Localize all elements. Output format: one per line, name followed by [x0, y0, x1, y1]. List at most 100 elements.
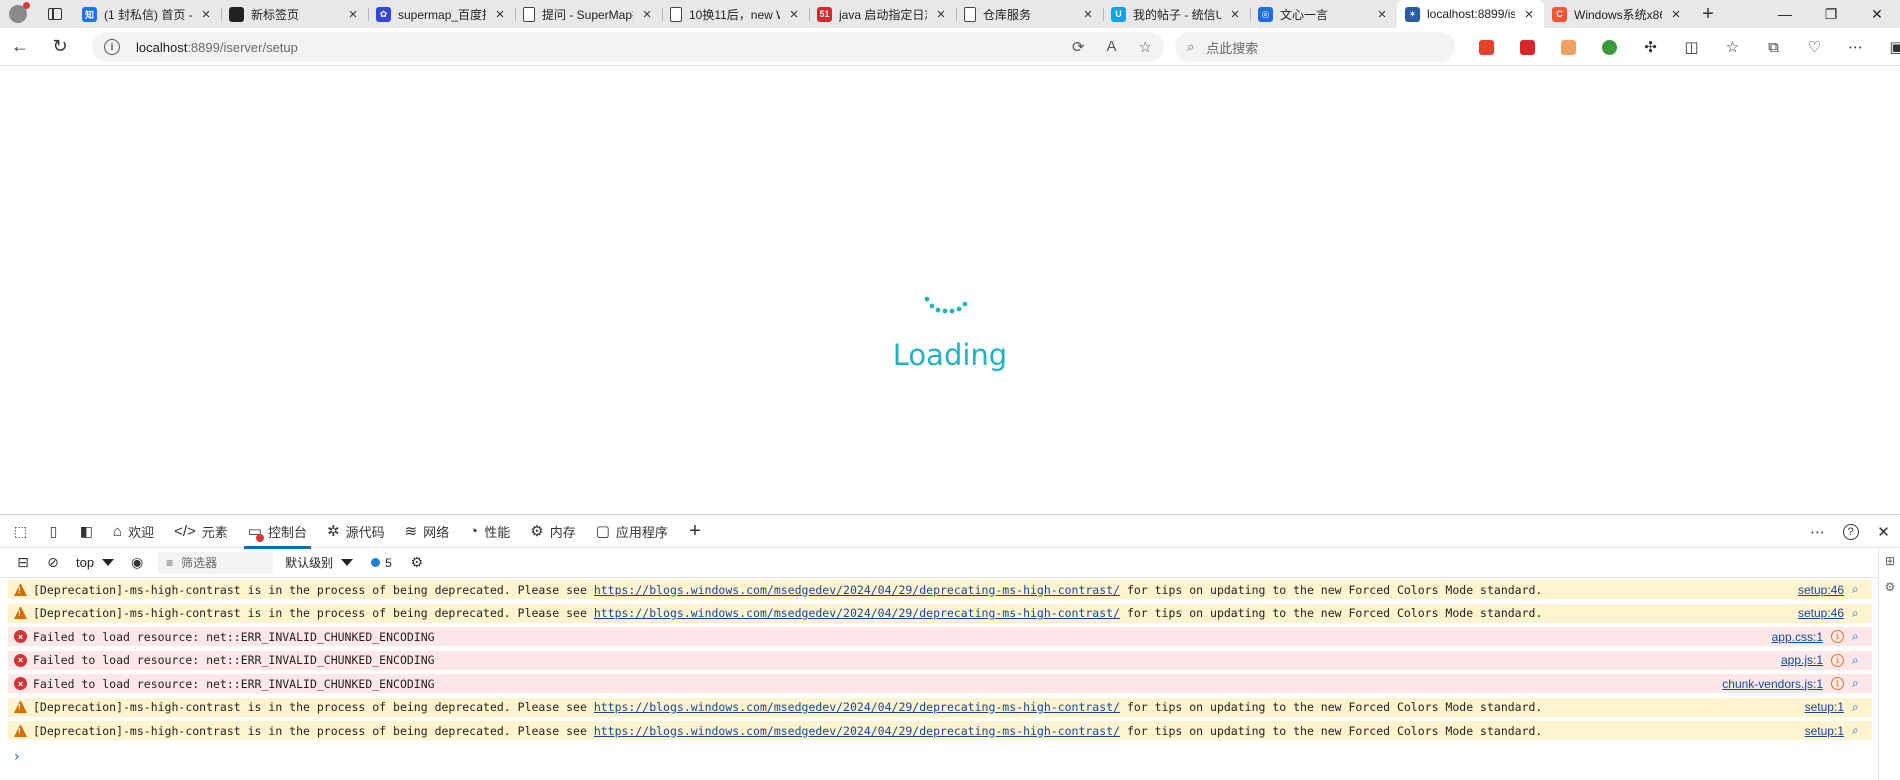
- browser-tab[interactable]: 51 java 启动指定日志 ×: [809, 0, 956, 28]
- close-tab-icon[interactable]: ×: [1375, 6, 1389, 23]
- console-prompt[interactable]: ›: [14, 749, 20, 765]
- help-button[interactable]: ?: [1834, 515, 1867, 548]
- browser-tab[interactable]: 10换11后，new W ×: [662, 0, 809, 28]
- sidebar-toggle-icon[interactable]: ▣: [1876, 28, 1900, 66]
- browser-tab[interactable]: 知 (1 封私信) 首页 - 知 ×: [74, 0, 221, 28]
- close-window-button[interactable]: ✕: [1854, 0, 1900, 28]
- message-source-link[interactable]: app.js:1: [1781, 653, 1823, 667]
- devtools-tab[interactable]: ✲ 源代码: [317, 515, 395, 548]
- message-source-link[interactable]: chunk-vendors.js:1: [1722, 677, 1823, 691]
- collections-icon[interactable]: ⧉: [1753, 28, 1794, 66]
- browser-tab[interactable]: 提问 - SuperMap技术问答 ×: [515, 0, 662, 28]
- message-link[interactable]: https://blogs.windows.com/msedgedev/2024…: [594, 583, 1120, 597]
- console-message[interactable]: [Deprecation]-ms-high-contrast is in the…: [8, 580, 1872, 599]
- devtools-more-icon[interactable]: ⋯: [1801, 515, 1834, 548]
- console-settings-gear-icon[interactable]: ⚙: [404, 550, 430, 576]
- search-input[interactable]: ⌕ 点此搜索: [1175, 32, 1455, 62]
- message-source-link[interactable]: setup:1: [1805, 700, 1844, 714]
- search-message-icon[interactable]: ⌕: [1852, 653, 1866, 668]
- browser-tab[interactable]: ✶ localhost:8899/iserver/setup ×: [1397, 0, 1544, 28]
- browser-tab[interactable]: 新标签页 ×: [221, 0, 368, 28]
- more-menu-icon[interactable]: ⋯: [1835, 28, 1876, 66]
- message-link[interactable]: https://blogs.windows.com/msedgedev/2024…: [594, 700, 1120, 714]
- close-tab-icon[interactable]: ×: [1228, 6, 1242, 23]
- search-message-icon[interactable]: ⌕: [1852, 676, 1866, 691]
- network-request-icon[interactable]: i: [1831, 677, 1844, 690]
- devtools-tab[interactable]: ▭ 控制台: [238, 515, 317, 549]
- close-tab-icon[interactable]: ×: [346, 6, 360, 23]
- side-settings-icon[interactable]: ⚙: [1879, 574, 1900, 600]
- inspect-element-icon[interactable]: ⬚: [4, 515, 37, 548]
- devtools-tab[interactable]: ◔ 性能: [459, 515, 520, 548]
- site-info-icon[interactable]: i: [104, 39, 120, 55]
- console-message[interactable]: [Deprecation]-ms-high-contrast is in the…: [8, 603, 1872, 623]
- message-source-link[interactable]: setup:46: [1798, 606, 1844, 620]
- issues-counter[interactable]: 5: [371, 556, 392, 570]
- network-request-icon[interactable]: i: [1831, 630, 1844, 643]
- side-expand-icon[interactable]: ⊞: [1879, 548, 1900, 574]
- live-expression-eye-icon[interactable]: ◉: [124, 550, 150, 576]
- console-sidebar-toggle-icon[interactable]: ⊟: [10, 550, 36, 576]
- browser-tab[interactable]: ✿ supermap_百度搜索 ×: [368, 0, 515, 28]
- devtools-tab[interactable]: ≋ 网络: [395, 515, 460, 548]
- new-tab-button[interactable]: +: [1691, 3, 1725, 26]
- message-link[interactable]: https://blogs.windows.com/msedgedev/2024…: [594, 724, 1120, 738]
- search-message-icon[interactable]: ⌕: [1852, 700, 1866, 715]
- search-message-icon[interactable]: ⌕: [1852, 606, 1866, 621]
- dock-side-icon[interactable]: ◧: [70, 515, 103, 548]
- console-message[interactable]: [Deprecation]-ms-high-contrast is in the…: [8, 721, 1872, 740]
- browser-tab[interactable]: 仓库服务 ×: [956, 0, 1103, 28]
- network-request-icon[interactable]: i: [1831, 653, 1844, 667]
- extension-2-icon[interactable]: [1507, 28, 1548, 66]
- close-tab-icon[interactable]: ×: [493, 6, 507, 23]
- close-tab-icon[interactable]: ×: [1669, 6, 1683, 23]
- close-tab-icon[interactable]: ×: [1081, 6, 1095, 23]
- split-screen-icon[interactable]: ◫: [1671, 28, 1712, 66]
- minimize-button[interactable]: —: [1762, 0, 1808, 28]
- extensions-puzzle-icon[interactable]: ✣: [1630, 28, 1671, 66]
- refresh-button[interactable]: ↻: [40, 28, 80, 66]
- favorites-icon[interactable]: ☆: [1712, 28, 1753, 66]
- close-tab-icon[interactable]: ×: [1522, 6, 1536, 23]
- extension-4-icon[interactable]: [1589, 28, 1630, 66]
- browser-tab[interactable]: ◎ 文心一言 ×: [1250, 0, 1397, 28]
- devtools-tab[interactable]: ⌂ 欢迎: [103, 515, 164, 548]
- search-message-icon[interactable]: ⌕: [1852, 629, 1866, 644]
- device-emulation-icon[interactable]: ▯: [37, 515, 70, 548]
- profile-button[interactable]: [0, 0, 36, 28]
- close-tab-icon[interactable]: ×: [640, 6, 654, 23]
- read-aloud-icon[interactable]: A: [1107, 38, 1117, 56]
- favorite-star-icon[interactable]: ☆: [1139, 38, 1152, 56]
- devtools-tab[interactable]: ▢ 应用程序: [586, 515, 678, 548]
- close-tab-icon[interactable]: ×: [199, 6, 213, 23]
- console-message[interactable]: × Failed to load resource: net::ERR_INVAL…: [8, 650, 1872, 670]
- url-field[interactable]: i localhost:8899/iserver/setup ⟳ A ☆: [92, 32, 1164, 62]
- message-source-link[interactable]: app.css:1: [1772, 630, 1823, 644]
- close-devtools-button[interactable]: ✕: [1867, 515, 1900, 548]
- browser-tab[interactable]: C Windows系统x86搭建 ×: [1544, 0, 1691, 28]
- context-selector[interactable]: top: [70, 555, 120, 570]
- close-tab-icon[interactable]: ×: [934, 6, 948, 23]
- translate-icon[interactable]: ⟳: [1072, 38, 1085, 56]
- search-message-icon[interactable]: ⌕: [1852, 582, 1866, 597]
- close-tab-icon[interactable]: ×: [787, 6, 801, 23]
- message-link[interactable]: https://blogs.windows.com/msedgedev/2024…: [594, 606, 1120, 620]
- message-source-link[interactable]: setup:1: [1805, 724, 1844, 738]
- devtools-tab[interactable]: </> 元素: [164, 515, 238, 548]
- tab-actions-button[interactable]: [36, 0, 74, 28]
- browser-essentials-icon[interactable]: ♡: [1794, 28, 1835, 66]
- search-message-icon[interactable]: ⌕: [1852, 723, 1866, 738]
- back-button[interactable]: ←: [0, 28, 40, 66]
- clear-console-icon[interactable]: ⊘: [40, 550, 66, 576]
- console-message[interactable]: × Failed to load resource: net::ERR_INVAL…: [8, 674, 1872, 693]
- log-level-dropdown[interactable]: 默认级别: [285, 554, 354, 571]
- maximize-button[interactable]: ❐: [1808, 0, 1854, 28]
- extension-1-icon[interactable]: [1466, 28, 1507, 66]
- console-message[interactable]: [Deprecation]-ms-high-contrast is in the…: [8, 697, 1872, 717]
- devtools-tab[interactable]: ⚙ 内存: [520, 515, 585, 548]
- extension-3-icon[interactable]: [1548, 28, 1589, 66]
- browser-tab[interactable]: U 我的帖子 - 统信UOS ×: [1103, 0, 1250, 28]
- console-filter-input[interactable]: ≡ 筛选器: [158, 551, 274, 574]
- console-message[interactable]: × Failed to load resource: net::ERR_INVAL…: [8, 627, 1872, 646]
- add-panel-button[interactable]: +: [678, 520, 712, 543]
